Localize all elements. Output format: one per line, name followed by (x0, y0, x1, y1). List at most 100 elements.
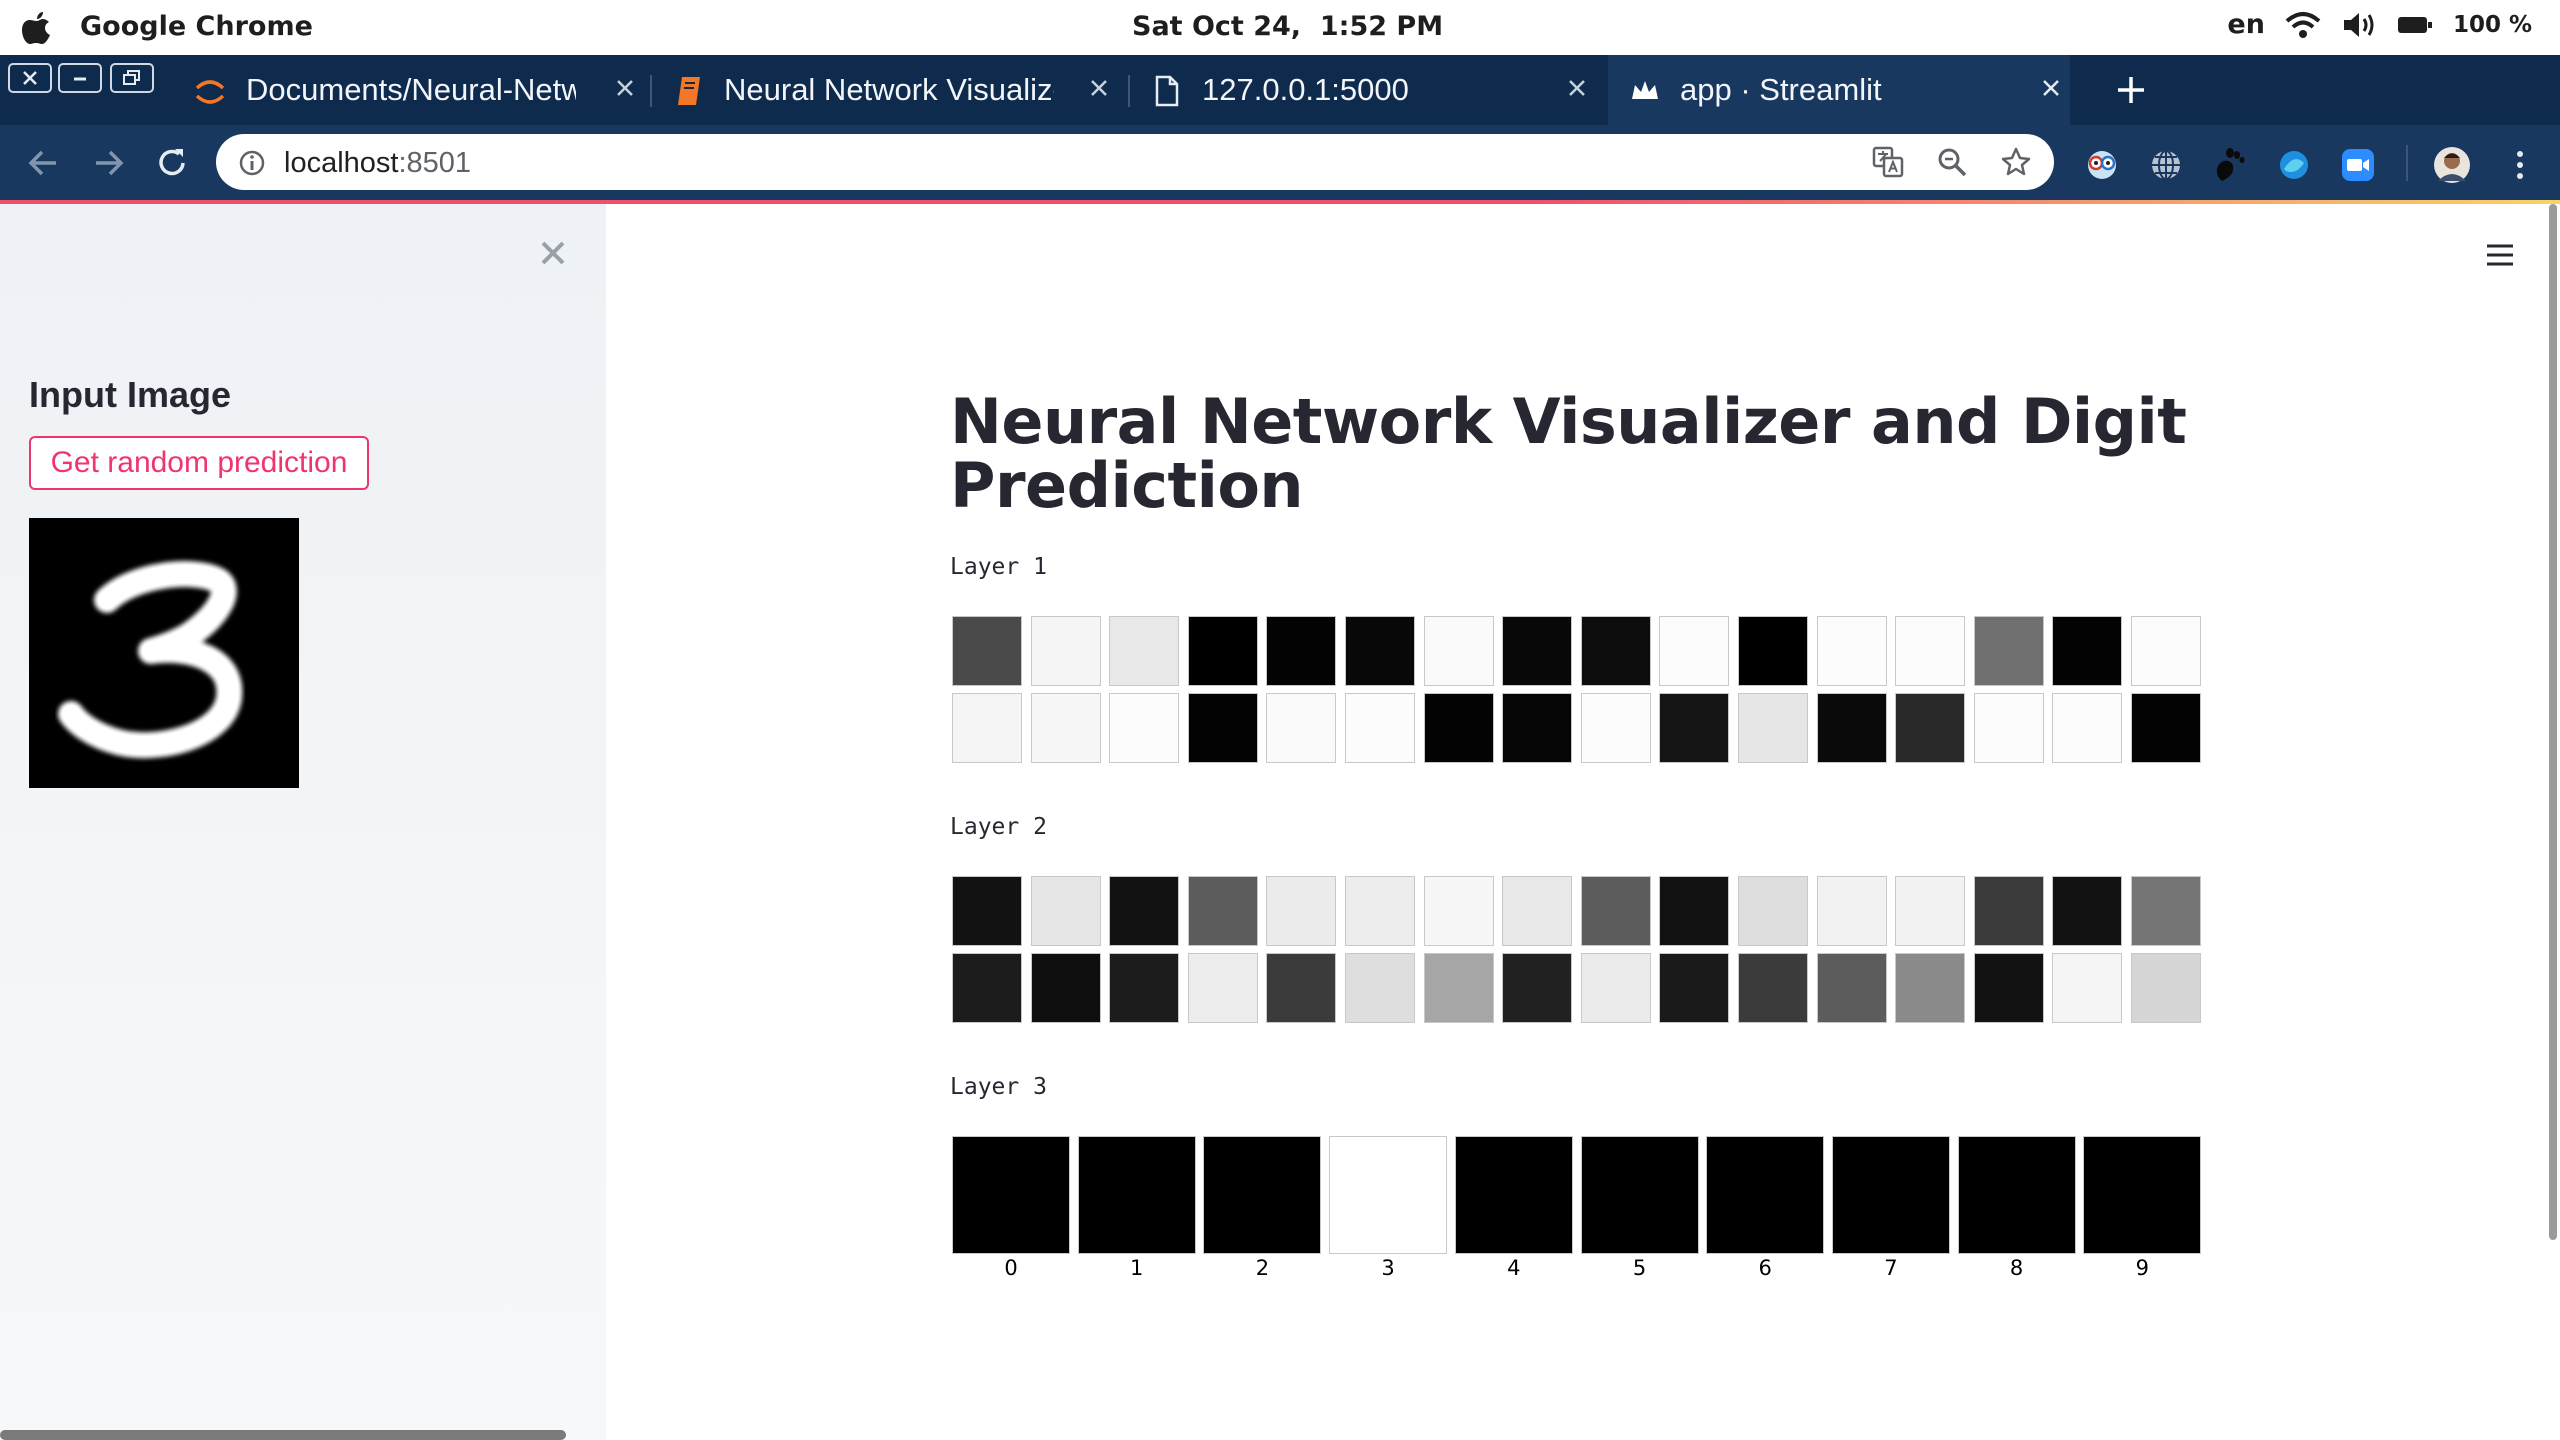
neuron-cell (952, 953, 1022, 1023)
window-restore-button[interactable] (110, 63, 154, 93)
neuron-cell (1345, 693, 1415, 763)
tab-neural-network-visualizer[interactable]: Neural Network Visualize (656, 55, 1118, 125)
neuron-cell (1266, 953, 1337, 1023)
url-host: localhost (284, 147, 399, 179)
translate-icon[interactable] (1872, 146, 1904, 178)
neuron-cell (1659, 953, 1730, 1023)
back-button[interactable] (24, 143, 64, 183)
volume-icon[interactable] (2341, 10, 2377, 40)
new-tab-button[interactable] (2114, 73, 2148, 107)
extension-blue-swirl-icon[interactable] (2274, 145, 2314, 185)
wifi-icon[interactable] (2285, 10, 2321, 40)
output-neuron-cell (1077, 1136, 1196, 1254)
output-neuron-cell (2083, 1136, 2202, 1254)
neuron-cell (1502, 953, 1573, 1023)
layer-3-label: Layer 3 (950, 1074, 1047, 1100)
neuron-cell (1423, 693, 1494, 763)
tab-title: Documents/Neural-Netwo (246, 72, 576, 107)
forward-button[interactable] (88, 143, 128, 183)
neuron-cell (1030, 693, 1101, 763)
neuron-cell (1895, 876, 1966, 946)
neuron-cell (1187, 693, 1258, 763)
main-vertical-scrollbar[interactable] (2549, 204, 2557, 1240)
output-neuron-cell (952, 1136, 1070, 1254)
tab-localhost-5000[interactable]: 127.0.0.1:5000 (1134, 55, 1596, 125)
jupyter-icon (195, 80, 225, 104)
neuron-cell (2052, 616, 2123, 686)
url-text[interactable]: localhost:8501 (284, 147, 471, 180)
neuron-cell (1580, 876, 1651, 946)
tab-close-icon[interactable] (1562, 73, 1592, 103)
site-info-icon[interactable] (238, 149, 266, 177)
neuron-cell (952, 616, 1022, 686)
reload-button[interactable] (152, 143, 192, 183)
close-sidebar-icon[interactable] (538, 238, 568, 268)
tab-separator (1128, 75, 1130, 107)
output-digit-label: 5 (1632, 1256, 1647, 1280)
neuron-cell (1973, 953, 2044, 1023)
neuron-cell (1187, 953, 1258, 1023)
tab-streamlit-app[interactable]: app · Streamlit (1608, 55, 2070, 125)
menubar-app-name[interactable]: Google Chrome (80, 11, 313, 42)
output-digit-label: 2 (1255, 1256, 1270, 1280)
url-port: :8501 (398, 147, 472, 179)
neuron-cell (1816, 876, 1887, 946)
toolbar-separator (2406, 145, 2408, 181)
language-indicator[interactable]: en (2227, 9, 2265, 40)
battery-icon[interactable] (2397, 14, 2433, 36)
page-icon (1155, 75, 1179, 107)
neuron-cell (1109, 616, 1180, 686)
address-bar[interactable]: localhost:8501 (216, 134, 2054, 190)
neuron-cell (1345, 953, 1415, 1023)
profile-avatar[interactable] (2432, 145, 2472, 185)
tab-close-icon[interactable] (1084, 73, 1114, 103)
neuron-cell (1580, 953, 1651, 1023)
extension-gnome-icon[interactable] (2210, 145, 2250, 185)
output-digit-label: 4 (1507, 1256, 1521, 1280)
output-digit-label: 8 (2009, 1256, 2024, 1280)
zoom-meeting-icon[interactable] (2338, 145, 2378, 185)
menubar-clock[interactable]: Sat Oct 24, 1:52 PM (1132, 11, 1443, 42)
neuron-cell (1738, 953, 1808, 1023)
output-digit-label: 6 (1758, 1256, 1772, 1280)
tab-title: Neural Network Visualize (724, 72, 1054, 107)
extension-owl-icon[interactable] (2082, 145, 2122, 185)
status-area: en 100 % (2227, 9, 2532, 40)
neuron-cell (1816, 953, 1887, 1023)
restore-icon (123, 70, 140, 85)
tab-jupyter[interactable]: Documents/Neural-Netwo (180, 55, 642, 125)
extension-globe-icon[interactable] (2146, 145, 2186, 185)
output-digit-label: 3 (1381, 1256, 1395, 1280)
neuron-cell (2131, 876, 2201, 946)
output-neuron-cell (1580, 1136, 1699, 1254)
neuron-cell (1345, 876, 1415, 946)
tab-close-icon[interactable] (610, 73, 640, 103)
menu-bar: Google Chrome Sat Oct 24, 1:52 PM en 100… (0, 0, 2560, 55)
neuron-cell (1580, 616, 1651, 686)
neuron-cell (1109, 876, 1180, 946)
neuron-cell (2131, 953, 2201, 1023)
get-random-prediction-button[interactable]: Get random prediction (29, 436, 369, 490)
sidebar-heading: Input Image (29, 374, 232, 415)
neuron-cell (1895, 693, 1966, 763)
zoom-icon[interactable] (1936, 146, 1968, 178)
page-title: Neural Network Visualizer and Digit Pred… (950, 385, 2187, 522)
tab-close-icon[interactable] (2036, 73, 2066, 103)
neuron-cell (1502, 616, 1573, 686)
neuron-cell (1895, 953, 1966, 1023)
hamburger-menu-icon[interactable] (2483, 240, 2517, 270)
chrome-menu-icon[interactable] (2500, 145, 2540, 185)
apple-logo-icon[interactable] (20, 10, 54, 46)
neuron-cell (1187, 876, 1258, 946)
sidebar-horizontal-scrollbar[interactable] (0, 1430, 566, 1440)
streamlit-crown-icon (1632, 81, 1658, 99)
bookmark-star-icon[interactable] (2000, 146, 2032, 178)
neuron-cell (2131, 693, 2201, 763)
window-close-button[interactable] (8, 63, 52, 93)
neuron-cell (1816, 616, 1887, 686)
output-neuron-cell (1454, 1136, 1573, 1254)
window-minimize-button[interactable] (58, 63, 102, 93)
minimize-icon (74, 77, 86, 81)
browser-toolbar: localhost:8501 (0, 125, 2560, 202)
neuron-cell (1266, 876, 1337, 946)
